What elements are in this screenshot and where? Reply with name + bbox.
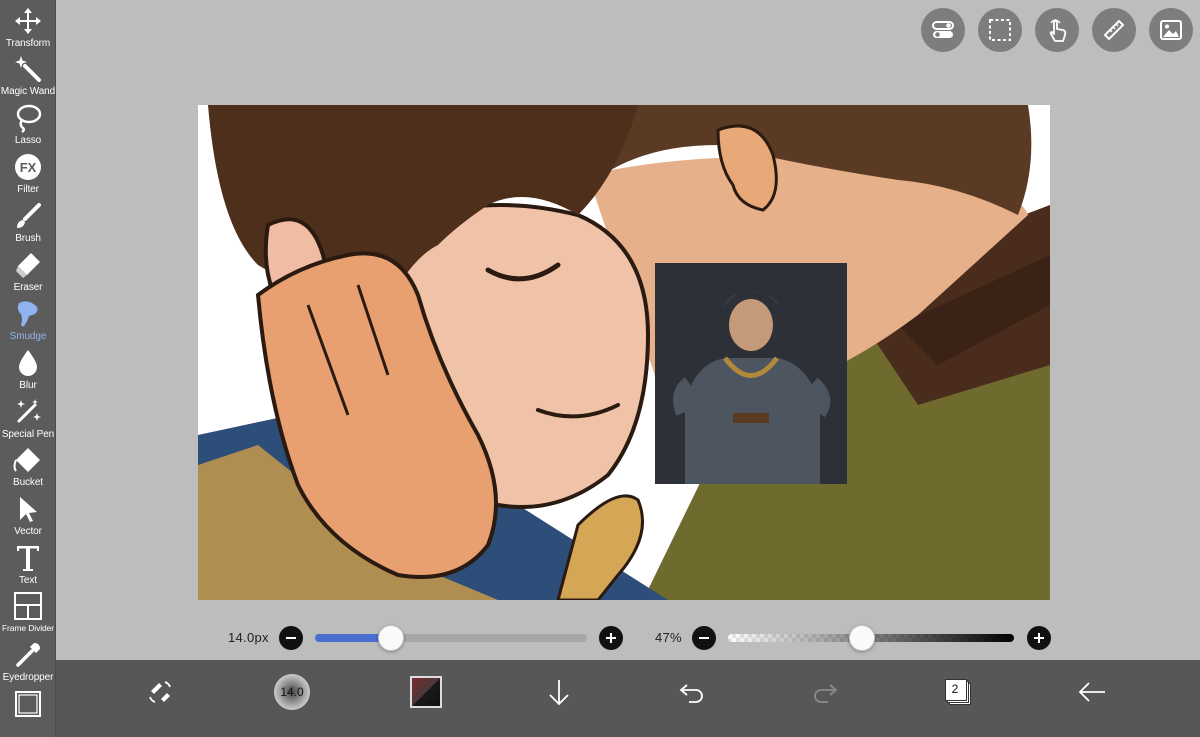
- tool-label: Transform: [5, 38, 51, 49]
- lasso-icon: [16, 104, 42, 133]
- sparkle-pen-icon: [17, 399, 41, 423]
- tool-transform[interactable]: Transform: [0, 4, 56, 52]
- tool-label: Vector: [14, 526, 42, 537]
- minus-icon: [699, 637, 709, 639]
- toggle-switches-icon: [932, 21, 954, 38]
- text-t-icon: [17, 546, 39, 571]
- brush-size-value: 14.0px: [228, 630, 269, 645]
- tool-text[interactable]: Text: [0, 541, 56, 589]
- undo-icon: [679, 684, 703, 703]
- redo-icon: [814, 684, 838, 703]
- tool-label: Special Pen: [1, 429, 55, 440]
- drawing-canvas[interactable]: [198, 105, 1050, 600]
- tool-label: Magic Wand: [0, 86, 56, 97]
- tool-label: Brush: [15, 233, 41, 244]
- tool-brush[interactable]: Brush: [0, 199, 56, 247]
- brush-icon: [17, 203, 41, 228]
- opacity-value: 47%: [655, 630, 682, 645]
- bucket-icon: [13, 448, 40, 472]
- blur-drop-icon: [19, 350, 37, 376]
- tool-label: Filter: [17, 184, 39, 195]
- opacity-decrease-button[interactable]: [692, 626, 716, 650]
- plus-icon: [1034, 633, 1044, 643]
- brush-size-icon: 14.0: [274, 674, 310, 710]
- minus-icon: [286, 637, 296, 639]
- move-arrows-icon: [15, 8, 41, 34]
- tool-label: Frame Divider: [1, 623, 55, 633]
- fx-filter-icon: FX: [15, 154, 41, 180]
- material-button[interactable]: [1149, 8, 1193, 52]
- tool-frame-divider[interactable]: Frame Divider: [0, 589, 56, 637]
- selection-button[interactable]: [978, 8, 1022, 52]
- brush-size-slider[interactable]: [315, 634, 587, 642]
- swap-tool-button[interactable]: [140, 672, 180, 712]
- reference-photo[interactable]: [655, 263, 847, 484]
- svg-text:FX: FX: [20, 160, 37, 175]
- color-button[interactable]: [406, 672, 446, 712]
- tool-filter[interactable]: FX Filter: [0, 150, 56, 198]
- reference-figure: [655, 263, 847, 484]
- swap-tool-icon: [149, 681, 171, 703]
- vector-cursor-icon: [20, 497, 37, 522]
- download-arrow-icon: [549, 680, 569, 706]
- canvas-frame-icon: [15, 691, 41, 717]
- layers-icon: 2: [943, 677, 973, 707]
- eraser-icon: [16, 253, 40, 278]
- color-swatch-icon: [410, 676, 442, 708]
- size-decrease-button[interactable]: [279, 626, 303, 650]
- smudge-finger-icon: [17, 301, 38, 327]
- download-button[interactable]: [539, 672, 579, 712]
- left-toolbar: Transform Magic Wand Lasso FX Filter Bru…: [0, 0, 56, 737]
- ruler-icon: [1103, 19, 1125, 41]
- tool-eyedropper[interactable]: Eyedropper: [0, 638, 56, 686]
- touch-mode-button[interactable]: [1035, 8, 1079, 52]
- opacity-increase-button[interactable]: [1027, 626, 1051, 650]
- back-button[interactable]: [1072, 672, 1112, 712]
- tool-magic-wand[interactable]: Magic Wand: [0, 52, 56, 100]
- brush-size-label: 14.0: [280, 685, 304, 699]
- layers-button[interactable]: 2: [938, 672, 978, 712]
- tool-label: Lasso: [14, 135, 42, 146]
- toggle-panels-button[interactable]: [921, 8, 965, 52]
- tool-smudge[interactable]: Smudge: [0, 297, 56, 345]
- tool-vector[interactable]: Vector: [0, 492, 56, 540]
- tool-label: Smudge: [9, 331, 47, 342]
- tool-label: Blur: [19, 380, 37, 391]
- layer-count: 2: [951, 682, 959, 696]
- brush-size-button[interactable]: 14.0: [272, 672, 312, 712]
- redo-button[interactable]: [805, 672, 845, 712]
- eyedropper-icon: [16, 643, 40, 667]
- tool-blur[interactable]: Blur: [0, 346, 56, 394]
- tool-lasso[interactable]: Lasso: [0, 101, 56, 149]
- tool-bucket[interactable]: Bucket: [0, 443, 56, 491]
- tool-canvas[interactable]: [0, 687, 56, 735]
- size-increase-button[interactable]: [599, 626, 623, 650]
- brush-size-knob[interactable]: [378, 625, 405, 651]
- tool-label: Bucket: [13, 477, 43, 488]
- frame-divider-icon: [14, 592, 42, 620]
- ruler-button[interactable]: [1092, 8, 1136, 52]
- bottom-bar: 14.0 2: [56, 660, 1200, 737]
- tool-label: Text: [19, 575, 37, 586]
- canvas-artwork: [198, 105, 1050, 600]
- tool-label: Eyedropper: [2, 672, 54, 683]
- touch-hand-icon: [1049, 19, 1067, 42]
- opacity-knob[interactable]: [849, 625, 876, 651]
- undo-button[interactable]: [672, 672, 712, 712]
- tool-eraser[interactable]: Eraser: [0, 248, 56, 296]
- selection-marquee-icon: [989, 19, 1011, 41]
- plus-icon: [606, 633, 616, 643]
- image-reference-icon: [1160, 20, 1182, 40]
- back-arrow-icon: [1078, 682, 1105, 702]
- tool-special-pen[interactable]: Special Pen: [0, 395, 56, 443]
- magic-wand-icon: [15, 56, 41, 82]
- tool-label: Eraser: [13, 282, 43, 293]
